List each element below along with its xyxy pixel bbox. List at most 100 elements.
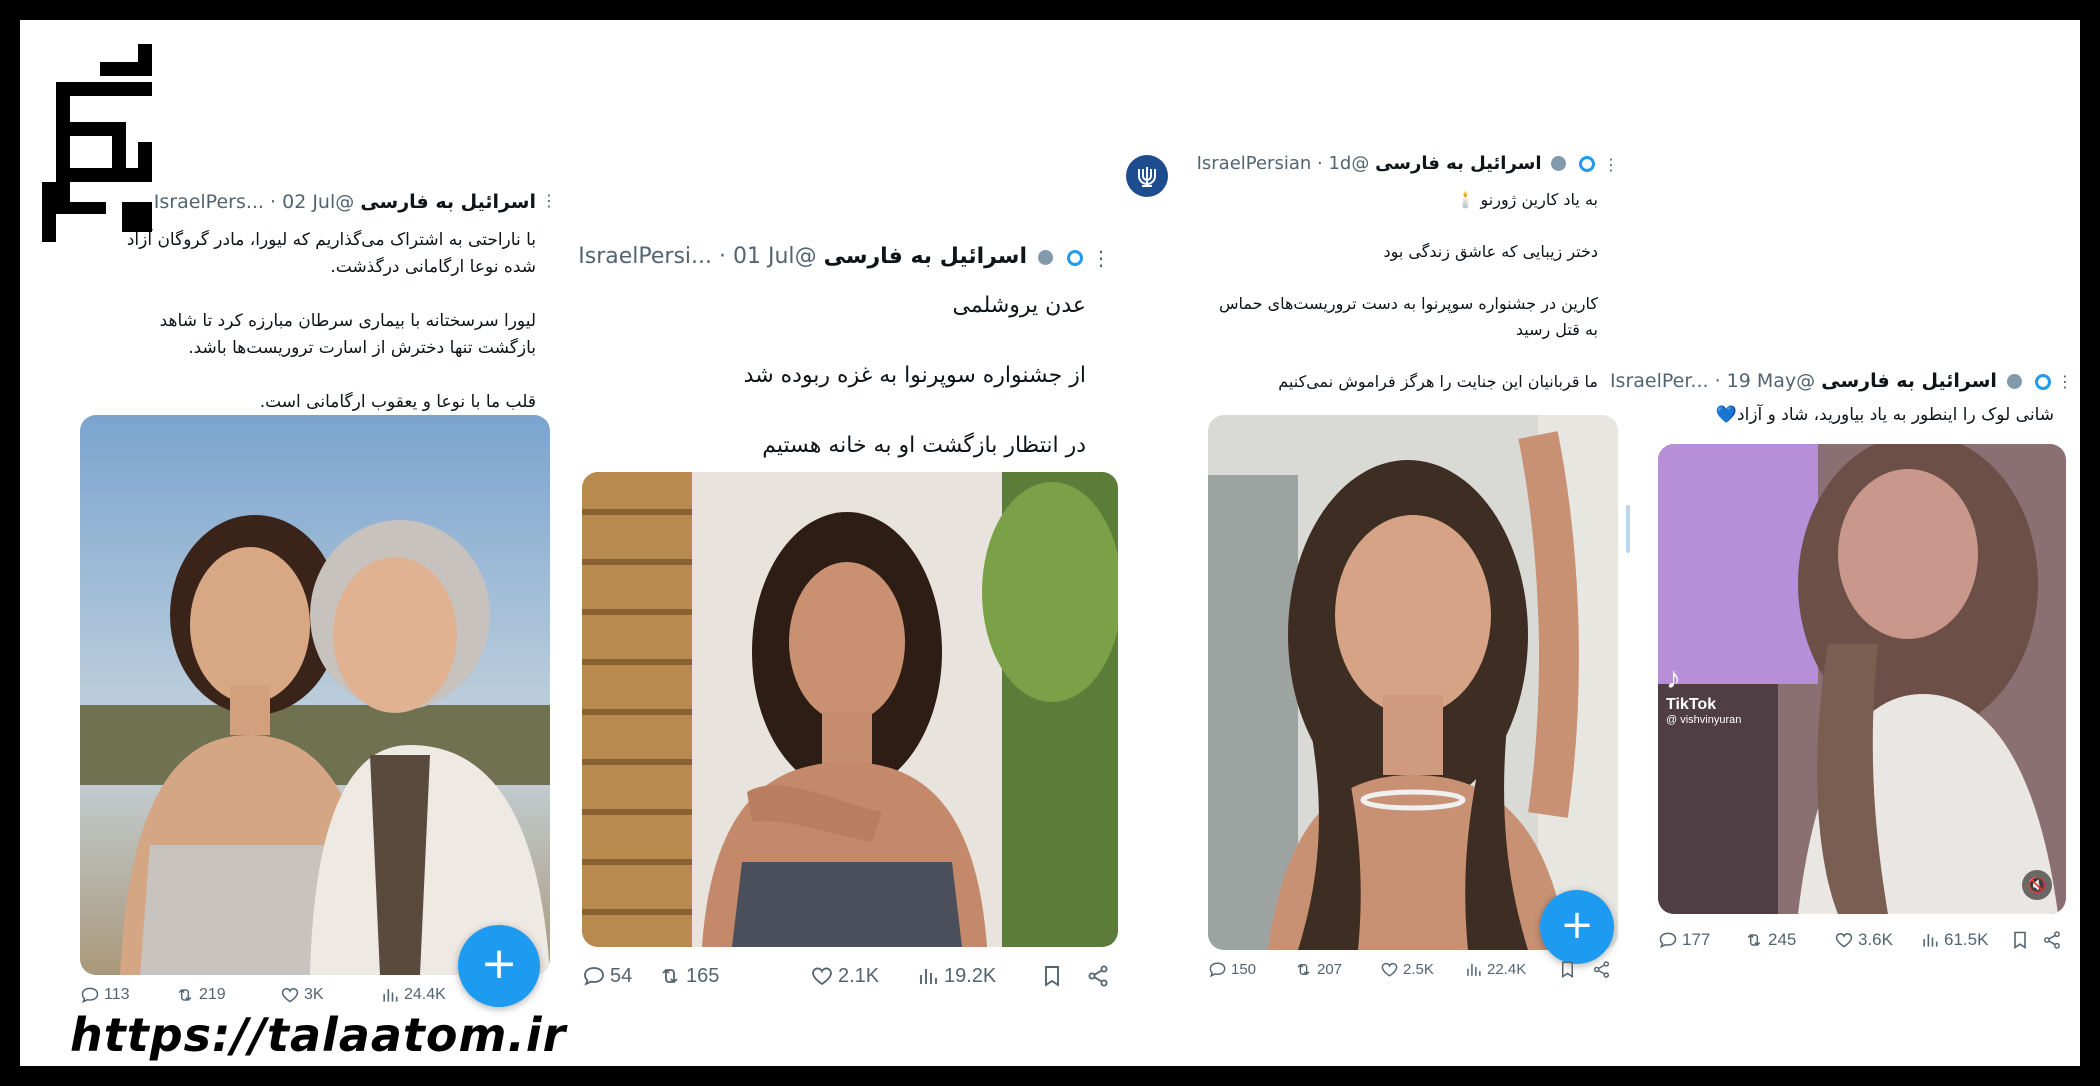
views-icon	[916, 964, 940, 988]
text-line	[586, 323, 1086, 358]
photo-woman-portrait	[582, 472, 1118, 947]
text-line: از جشنواره سوپرنوا به غزه ربوده شد	[743, 363, 1086, 388]
author-name[interactable]: اسرائیل به فارسی	[824, 244, 1027, 269]
post-photo[interactable]	[582, 472, 1118, 947]
more-icon[interactable]: ⋮	[2057, 372, 2073, 391]
like-icon	[1834, 930, 1854, 950]
share-button[interactable]	[1592, 960, 1615, 979]
post-photo[interactable]	[1208, 415, 1618, 950]
mute-icon[interactable]: 🔇	[2022, 870, 2052, 900]
text-line	[56, 281, 536, 308]
post-date[interactable]: · 02 Jul	[270, 191, 335, 213]
repost-button[interactable]: 245	[1744, 930, 1796, 950]
reply-icon	[1658, 930, 1678, 950]
like-button[interactable]: 3.6K	[1834, 930, 1893, 950]
post-card[interactable]: اسرائیل به فارسی @IsraelPersi... · 01 Ju…	[568, 230, 1128, 1000]
screenshot-canvas: اسرائیل به فارسی @IsraelPers... · 02 Jul…	[0, 0, 2100, 1086]
more-icon[interactable]: ⋮	[1091, 246, 1111, 270]
post-text: شانی لوک را اینطور به یاد بیاورید، شاد و…	[1654, 402, 2054, 428]
share-icon	[1592, 960, 1611, 979]
text-line: شده نوعا ارگامانی درگذشت.	[330, 257, 536, 277]
text-line: عدن یروشلمی	[952, 293, 1086, 318]
views-button[interactable]: 19.2K	[916, 964, 996, 988]
compose-button[interactable]: +	[1540, 890, 1614, 964]
more-icon[interactable]: ⋮	[1603, 155, 1619, 174]
post-card[interactable]: اسرائیل به فارسی @IsraelPers... · 02 Jul…	[56, 165, 566, 1015]
verified-icon	[2035, 374, 2051, 390]
like-button[interactable]: 2.1K	[810, 964, 879, 988]
post-card[interactable]: اسرائیل به فارسی @IsraelPersian · 1d ⋮ ب…	[1120, 145, 1630, 1020]
post-text: عدن یروشلمی از جشنواره سوپرنوا به غزه رب…	[586, 288, 1086, 463]
author-name[interactable]: اسرائیل به فارسی	[1821, 370, 1997, 392]
verified-icon	[1551, 156, 1567, 171]
post-card[interactable]: اسرائیل به فارسی @IsraelPer... · 19 May …	[1610, 358, 2080, 1018]
text-line: شانی لوک را اینطور به یاد بیاورید، شاد و…	[1715, 405, 2054, 425]
text-line	[1158, 265, 1598, 291]
text-line	[1158, 213, 1598, 239]
collage-background: اسرائیل به فارسی @IsraelPers... · 02 Jul…	[20, 20, 2080, 1066]
post-video[interactable]: ♪ TikTok @ vishvinyuran 🔇	[1658, 444, 2066, 914]
post-text: به یاد کارین ژورنو 🕯️ دختر زیبایی که عاش…	[1158, 187, 1598, 395]
text-line: در انتظار بازگشت او به خانه هستیم	[762, 433, 1086, 458]
reply-icon	[80, 985, 100, 1005]
author-name[interactable]: اسرائیل به فارسی	[360, 191, 536, 213]
text-line: ما قربانیان این جنایت را هرگز فراموش نمی…	[1278, 372, 1598, 391]
post-text: با ناراحتی به اشتراک می‌گذاریم که لیورا،…	[56, 227, 536, 416]
text-line: به یاد کارین ژورنو 🕯️	[1455, 190, 1599, 209]
reply-icon	[582, 964, 606, 988]
post-date[interactable]: · 1d	[1317, 153, 1351, 174]
author-name[interactable]: اسرائیل به فارسی	[1375, 153, 1541, 174]
post-actions: 177 245 3.6K 61.5K	[1658, 930, 2066, 954]
share-button[interactable]	[1086, 964, 1114, 988]
views-button[interactable]: 61.5K	[1920, 930, 1988, 950]
watermark-url: https://talaatom.ir	[70, 1008, 567, 1062]
repost-button[interactable]: 219	[175, 985, 226, 1005]
repost-icon	[175, 985, 195, 1005]
views-icon	[1920, 930, 1940, 950]
reply-icon	[1208, 960, 1227, 979]
post-date[interactable]: · 19 May	[1715, 370, 1797, 392]
bookmark-icon	[1558, 960, 1577, 979]
text-line	[1158, 343, 1598, 369]
bookmark-icon	[2010, 930, 2030, 950]
bookmark-button[interactable]	[1040, 964, 1068, 988]
tiktok-logo: ♪ TikTok @ vishvinyuran	[1666, 662, 1742, 726]
like-button[interactable]: 2.5K	[1380, 960, 1434, 979]
verified-icon	[2006, 374, 2022, 389]
tiktok-icon: ♪	[1666, 662, 1681, 695]
reply-button[interactable]: 113	[80, 985, 130, 1005]
like-button[interactable]: 3K	[280, 985, 324, 1005]
text-line: کارین در جشنواره سوپرنوا به دست تروریست‌…	[1218, 294, 1598, 313]
verified-icon	[1038, 250, 1053, 265]
share-button[interactable]	[2042, 930, 2066, 950]
repost-button[interactable]: 207	[1294, 960, 1342, 979]
verified-icon	[1579, 156, 1595, 172]
plus-icon: +	[480, 938, 518, 989]
text-line: قلب ما با نوعا و یعقوب ارگامانی است.	[259, 392, 536, 412]
bookmark-button[interactable]	[2010, 930, 2034, 950]
more-icon[interactable]: ⋮	[541, 191, 557, 210]
plus-icon: +	[1560, 902, 1594, 948]
post-actions: 54 165 2.1K 19.2K	[582, 964, 1118, 992]
text-line	[56, 362, 536, 389]
text-line: دختر زیبایی که عاشق زندگی بود	[1383, 242, 1598, 261]
post-date[interactable]: · 01 Jul	[719, 244, 795, 269]
repost-button[interactable]: 165	[658, 964, 719, 988]
photo-woman-selfie	[1208, 415, 1618, 950]
views-icon	[1464, 960, 1483, 979]
views-icon	[380, 985, 400, 1005]
reply-button[interactable]: 150	[1208, 960, 1256, 979]
reply-button[interactable]: 54	[582, 964, 632, 988]
like-icon	[810, 964, 834, 988]
views-button[interactable]: 24.4K	[380, 985, 446, 1005]
site-logo	[42, 44, 152, 242]
scroll-indicator[interactable]	[1626, 505, 1630, 553]
post-photo[interactable]	[80, 415, 550, 975]
text-line: لیورا سرسختانه با بیماری سرطان مبارزه کر…	[159, 311, 536, 331]
bookmark-button[interactable]	[1558, 960, 1581, 979]
repost-icon	[658, 964, 682, 988]
reply-button[interactable]: 177	[1658, 930, 1710, 950]
post-header: اسرائیل به فارسی @IsraelPersian · 1d	[1120, 153, 1598, 174]
views-button[interactable]: 22.4K	[1464, 960, 1526, 979]
text-line	[586, 393, 1086, 428]
